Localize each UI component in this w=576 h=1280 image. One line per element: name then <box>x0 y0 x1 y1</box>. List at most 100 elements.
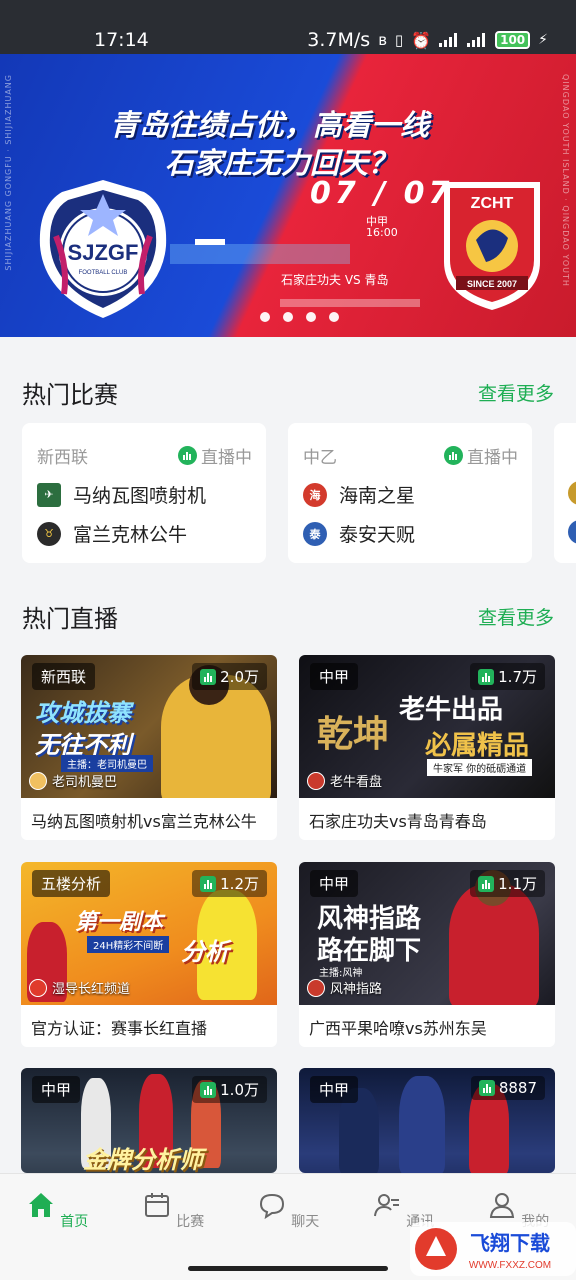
thumb-headline: 分析 <box>181 938 229 966</box>
nav-label: 比赛 <box>176 1214 205 1230</box>
user-icon <box>489 1193 514 1218</box>
viewer-count: 1.0万 <box>192 1076 267 1103</box>
banner-dot[interactable] <box>306 312 316 322</box>
chat-bubble-icon <box>259 1193 284 1220</box>
viewer-count: 8887 <box>470 1076 545 1100</box>
banner-match: 石家庄功夫 VS 青岛 <box>281 273 389 287</box>
live-thumbnail: 第一剧本 24H精彩不间断 分析 五楼分析 1.2万 湿导长红频道 <box>21 862 277 1005</box>
live-caption: 官方认证：赛事长红直播 <box>31 1019 208 1038</box>
live-bars-icon <box>178 446 197 465</box>
hot-matches-more-link[interactable]: 查看更多 <box>478 379 554 406</box>
viewer-count-label: 1.1万 <box>498 875 537 893</box>
contacts-icon <box>373 1194 399 1217</box>
thumb-subline: 24H精彩不间断 <box>87 936 170 953</box>
hot-bars-icon <box>200 1081 217 1098</box>
live-card[interactable]: 中甲 8887 <box>299 1068 555 1173</box>
banner-deco <box>280 299 420 307</box>
team-crest-icon <box>568 520 576 544</box>
live-thumbnail: 风神指路 路在脚下 主播:风神 中甲 1.1万 风神指路 <box>299 862 555 1005</box>
team-name: 富兰克林公牛 <box>73 524 188 546</box>
hot-live-more-link[interactable]: 查看更多 <box>478 603 554 630</box>
nav-home[interactable]: 首页 <box>22 1190 92 1231</box>
team-crest-icon: 海 <box>303 482 327 507</box>
charging-icon: ⚡ <box>538 32 548 48</box>
viewer-count-label: 2.0万 <box>220 668 259 686</box>
svg-text:WWW.FXXZ.COM: WWW.FXXZ.COM <box>469 1260 551 1271</box>
thumb-calligraphy: 乾坤 <box>317 713 390 755</box>
home-indicator[interactable] <box>188 1266 388 1271</box>
anchor-name: 老牛看盘 <box>330 775 383 790</box>
live-league-tag: 新西联 <box>32 663 96 690</box>
status-time: 17:14 <box>94 29 149 51</box>
banner-kickoff: 16:00 <box>366 226 398 239</box>
thumb-headline: 金牌分析师 <box>83 1146 203 1173</box>
anchor-info: 湿导长红频道 <box>29 978 130 997</box>
calendar-icon <box>144 1193 169 1217</box>
banner-date: 07 / 07 <box>310 176 454 211</box>
live-card[interactable]: 第一剧本 24H精彩不间断 分析 五楼分析 1.2万 湿导长红频道 官方认证：赛… <box>21 862 277 1047</box>
team-name: 泰安天贶 <box>339 524 416 546</box>
thumb-headline: 老牛出品 <box>399 695 504 725</box>
thumb-headline: 路在脚下 <box>317 936 422 966</box>
live-status-label: 直播中 <box>201 448 252 468</box>
viewer-count: 1.7万 <box>470 663 545 690</box>
viewer-count-label: 1.2万 <box>220 875 259 893</box>
promo-banner[interactable]: SHIJIAZHUANG GONGFU · SHIJIAZHUANG QINGD… <box>0 54 576 337</box>
live-status: 直播中 <box>178 443 252 468</box>
sjzgf-crest-icon: SJZGF FOOTBALL CLUB <box>39 180 167 318</box>
svg-text:SINCE 2007: SINCE 2007 <box>467 279 517 289</box>
qingdao-crest-icon: ZCHT SINCE 2007 <box>444 182 540 310</box>
site-watermark: 飞翔下载 WWW.FXXZ.COM <box>410 1222 576 1276</box>
nav-label: 首页 <box>60 1214 89 1230</box>
match-card[interactable]: 新西联 直播中 ✈ 马纳瓦图喷射机 ♉ 富兰克林公牛 <box>22 423 266 563</box>
bluetooth-icon: ʙ <box>378 31 387 49</box>
nav-matches[interactable]: 比赛 <box>138 1190 208 1231</box>
live-status: 直播中 <box>444 443 518 468</box>
anchor-info: 风神指路 <box>307 978 382 997</box>
banner-dot[interactable] <box>283 312 293 322</box>
player-figure <box>399 1076 445 1173</box>
live-card[interactable]: 攻城拔寨 无往不利 主播：老司机曼巴 新西联 2.0万 老司机曼巴 马纳瓦图喷射… <box>21 655 277 840</box>
svg-text:FOOTBALL CLUB: FOOTBALL CLUB <box>79 270 128 276</box>
viewer-count: 1.2万 <box>192 870 267 897</box>
match-league: 中乙 <box>303 448 337 468</box>
match-league: 新西联 <box>37 448 88 468</box>
signal-icon-1 <box>439 33 459 47</box>
live-card[interactable]: 金牌分析师 中甲 1.0万 <box>21 1068 277 1173</box>
match-card[interactable]: 中乙 直播中 海 海南之星 泰 泰安天贶 <box>288 423 532 563</box>
svg-text:飞翔下载: 飞翔下载 <box>470 1231 550 1255</box>
live-card[interactable]: 乾坤 老牛出品 必属精品 牛家军 你的砥砺通道 中甲 1.7万 老牛看盘 石家庄… <box>299 655 555 840</box>
thumb-headline: 必属精品 <box>425 731 530 761</box>
status-bar: 17:14 3.7M/s ʙ ▯ ⏰ 100 ⚡ <box>0 0 576 54</box>
away-team: 泰 泰安天贶 <box>303 520 415 547</box>
team-crest-icon: ♉ <box>37 521 61 546</box>
away-team: ♉ 富兰克林公牛 <box>37 520 187 547</box>
live-thumbnail: 金牌分析师 中甲 1.0万 <box>21 1068 277 1173</box>
nav-chat[interactable]: 聊天 <box>253 1190 323 1231</box>
banner-pagination[interactable] <box>260 312 339 322</box>
network-speed: 3.7M/s <box>307 29 371 51</box>
banner-side-text-left: SHIJIAZHUANG GONGFU · SHIJIAZHUANG <box>4 74 13 271</box>
viewer-count-label: 1.7万 <box>498 668 537 686</box>
team-name: 海南之星 <box>339 485 416 507</box>
live-caption: 石家庄功夫vs青岛青春岛 <box>309 812 487 831</box>
live-status-label: 直播中 <box>467 448 518 468</box>
home-team: ✈ 马纳瓦图喷射机 <box>37 481 206 508</box>
banner-dot[interactable] <box>260 312 270 322</box>
banner-deco <box>195 239 225 245</box>
alarm-icon: ⏰ <box>411 30 432 50</box>
hot-bars-icon <box>478 875 495 892</box>
hot-bars-icon <box>478 1080 495 1096</box>
live-caption: 马纳瓦图喷射机vs富兰克林公牛 <box>31 812 257 831</box>
anchor-avatar <box>29 978 47 997</box>
viewer-count: 2.0万 <box>192 663 267 690</box>
thumb-subline: 牛家军 你的砥砺通道 <box>427 759 533 776</box>
banner-dot[interactable] <box>329 312 339 322</box>
banner-side-text-right: QINGDAO YOUTH ISLAND · QINGDAO YOUTH <box>561 74 570 287</box>
vibrate-icon: ▯ <box>394 31 404 49</box>
team-crest-icon: 泰 <box>303 521 327 546</box>
match-card-partial[interactable] <box>554 423 576 563</box>
live-bars-icon <box>444 446 463 465</box>
live-card[interactable]: 风神指路 路在脚下 主播:风神 中甲 1.1万 风神指路 广西平果哈嘹vs苏州东… <box>299 862 555 1047</box>
live-caption: 广西平果哈嘹vs苏州东吴 <box>309 1019 487 1038</box>
